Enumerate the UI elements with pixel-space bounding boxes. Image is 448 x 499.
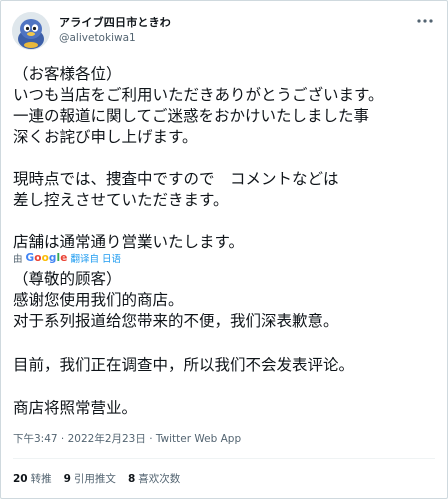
text-line: 对于系列报道给您带来的不便，我们深表歉意。 bbox=[13, 312, 339, 330]
tweet-card: アライブ四日市ときわ @alivetokiwa1 （お客様各位） いつも当店をご… bbox=[0, 0, 448, 499]
text-line: 感谢您使用我们的商店。 bbox=[13, 291, 184, 309]
text-line: 差し控えさせていただきます。 bbox=[13, 191, 229, 209]
mascot-avatar-icon bbox=[12, 12, 50, 50]
translation-attribution: 由 Google 翻译自 日语 bbox=[13, 250, 121, 266]
stat-count: 8 bbox=[127, 473, 136, 485]
engagement-stats: 20 转推 9 引用推文 8 喜欢次数 bbox=[13, 471, 180, 486]
stat-label: 转推 bbox=[30, 473, 52, 485]
google-logo: Google bbox=[25, 252, 68, 264]
text-line: （お客様各位） bbox=[13, 65, 122, 83]
stat-label: 喜欢次数 bbox=[138, 473, 181, 485]
stat-count: 9 bbox=[63, 473, 71, 485]
tweet-timestamp[interactable]: 下午3:47 · 2022年2月23日 · Twitter Web App bbox=[13, 431, 241, 446]
text-line: 商店将照常营业。 bbox=[13, 399, 138, 417]
text-line: いつも当店をご利用いただきありがとうございます。 bbox=[13, 86, 384, 104]
original-paragraph-1: （お客様各位） いつも当店をご利用いただきありがとうございます。 一連の報道に関… bbox=[13, 64, 439, 148]
like-count[interactable]: 8 喜欢次数 bbox=[128, 471, 180, 486]
translated-paragraph-3: 商店将照常营业。 bbox=[13, 398, 439, 419]
more-options-icon[interactable] bbox=[415, 13, 435, 29]
translation-prefix: 由 bbox=[13, 254, 23, 265]
text-line: 一連の報道に関してご迷惑をおかけいたしました事 bbox=[13, 107, 370, 125]
translated-from-link[interactable]: 翻译自 日语 bbox=[70, 251, 121, 265]
avatar[interactable] bbox=[12, 12, 50, 50]
display-name[interactable]: アライブ四日市ときわ bbox=[59, 14, 171, 30]
quote-count[interactable]: 9 引用推文 bbox=[64, 471, 116, 486]
stat-label: 引用推文 bbox=[73, 473, 116, 485]
user-handle[interactable]: @alivetokiwa1 bbox=[59, 32, 136, 44]
text-line: 目前，我们正在调查中，所以我们不会发表评论。 bbox=[13, 356, 355, 374]
divider bbox=[13, 458, 435, 459]
translated-paragraph-1: （尊敬的顾客） 感谢您使用我们的商店。 对于系列报道给您带来的不便，我们深表歉意… bbox=[13, 269, 439, 332]
translated-paragraph-2: 目前，我们正在调查中，所以我们不会发表评论。 bbox=[13, 355, 439, 376]
retweet-count[interactable]: 20 转推 bbox=[13, 471, 52, 486]
stat-count: 20 bbox=[13, 473, 28, 485]
text-line: （尊敬的顾客） bbox=[13, 270, 122, 288]
text-line: 深くお詫び申し上げます。 bbox=[13, 128, 198, 146]
text-line: 現時点では、捜査中ですので コメントなどは bbox=[13, 170, 339, 188]
original-paragraph-2: 現時点では、捜査中ですので コメントなどは 差し控えさせていただきます。 bbox=[13, 169, 439, 211]
